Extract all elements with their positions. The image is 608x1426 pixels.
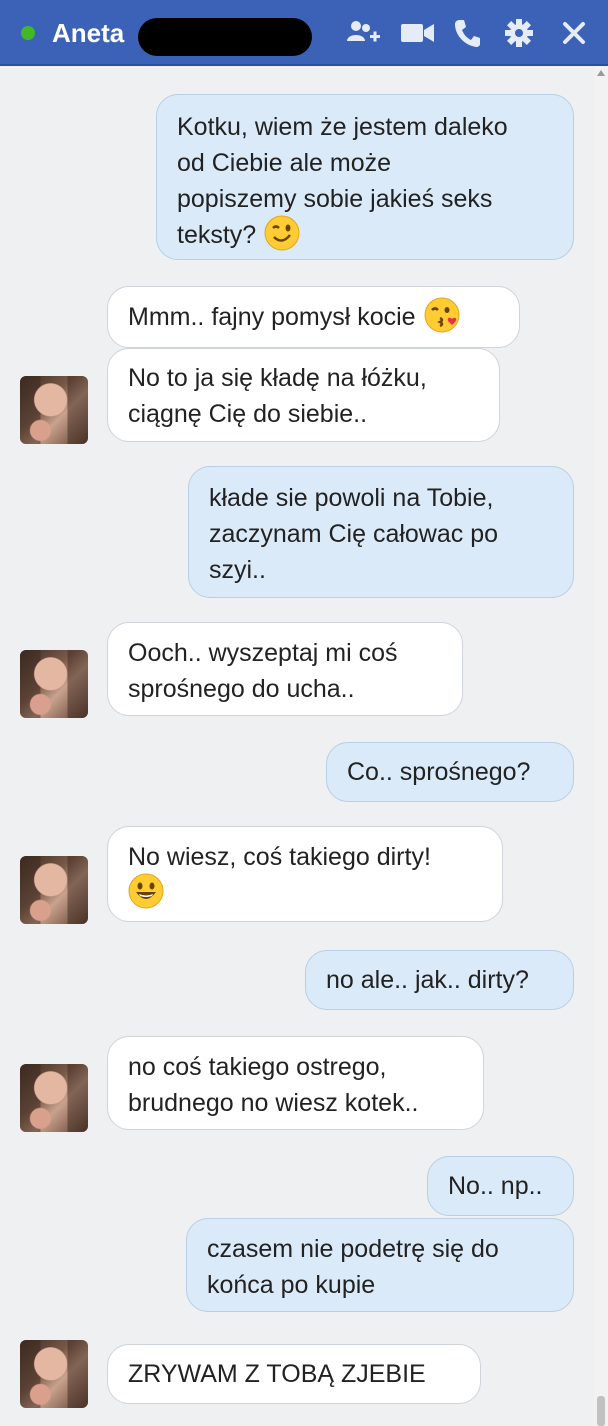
grin-emoji-icon xyxy=(128,873,164,909)
message-text: teksty? xyxy=(177,221,257,249)
message-bubble-incoming[interactable]: no coś takiego ostrego, brudnego no wies… xyxy=(107,1036,484,1130)
message-text: końca po kupie xyxy=(207,1271,376,1299)
message-text: czasem nie podetrę się do xyxy=(207,1235,499,1263)
message-text: zaczynam Cię całowac po xyxy=(209,520,499,548)
message-text: ZRYWAM Z TOBĄ ZJEBIE xyxy=(128,1360,426,1388)
wink-emoji-icon xyxy=(264,215,300,251)
close-icon[interactable] xyxy=(560,17,588,49)
message-bubble-outgoing[interactable]: kłade sie powoli na Tobie, zaczynam Cię … xyxy=(188,466,574,598)
message-bubble-incoming[interactable]: ZRYWAM Z TOBĄ ZJEBIE xyxy=(107,1344,481,1404)
contact-avatar[interactable] xyxy=(20,1340,88,1408)
contact-name[interactable]: Aneta xyxy=(52,17,124,49)
online-status-dot xyxy=(21,26,35,40)
message-text: No.. np.. xyxy=(448,1172,543,1200)
message-bubble-incoming[interactable]: Mmm.. fajny pomysł kocie xyxy=(107,286,520,348)
scrollbar[interactable] xyxy=(594,66,608,1426)
phone-call-icon[interactable] xyxy=(452,17,482,49)
contact-avatar[interactable] xyxy=(20,650,88,718)
message-text: no ale.. jak.. dirty? xyxy=(326,966,529,994)
contact-avatar[interactable] xyxy=(20,1064,88,1132)
message-bubble-incoming[interactable]: No wiesz, coś takiego dirty! xyxy=(107,826,503,922)
settings-gear-icon[interactable] xyxy=(503,17,535,49)
chat-header: Aneta xyxy=(0,0,608,66)
message-bubble-outgoing[interactable]: Kotku, wiem że jestem daleko od Ciebie a… xyxy=(156,94,574,260)
add-friend-icon[interactable] xyxy=(345,17,381,49)
message-bubble-incoming[interactable]: No to ja się kładę na łóżku, ciągnę Cię … xyxy=(107,348,500,442)
scroll-up-arrow-icon[interactable] xyxy=(597,70,605,76)
message-text: Co.. sprośnego? xyxy=(347,758,531,786)
message-text: No to ja się kładę na łóżku, xyxy=(128,364,427,392)
message-text: Ooch.. wyszeptaj mi coś xyxy=(128,639,398,667)
kiss-emoji-icon xyxy=(424,297,460,333)
scroll-thumb[interactable] xyxy=(597,1396,605,1426)
message-bubble-outgoing[interactable]: no ale.. jak.. dirty? xyxy=(305,950,574,1010)
message-bubble-incoming[interactable]: Ooch.. wyszeptaj mi coś sprośnego do uch… xyxy=(107,622,463,716)
message-text: popiszemy sobie jakieś seks xyxy=(177,185,493,213)
message-bubble-outgoing[interactable]: Co.. sprośnego? xyxy=(326,742,574,802)
message-bubble-outgoing[interactable]: czasem nie podetrę się do końca po kupie xyxy=(186,1218,574,1312)
message-text: szyi.. xyxy=(209,556,266,584)
video-call-icon[interactable] xyxy=(400,17,436,49)
message-text: no coś takiego ostrego, xyxy=(128,1053,387,1081)
message-text: Mmm.. fajny pomysł kocie xyxy=(128,303,416,331)
contact-avatar[interactable] xyxy=(20,376,88,444)
redacted-surname xyxy=(138,18,312,56)
message-text: sprośnego do ucha.. xyxy=(128,675,355,703)
message-text: kłade sie powoli na Tobie, xyxy=(209,484,494,512)
message-text: ciągnę Cię do siebie.. xyxy=(128,400,368,428)
message-text: Kotku, wiem że jestem daleko xyxy=(177,113,508,141)
message-bubble-outgoing[interactable]: No.. np.. xyxy=(427,1156,574,1216)
message-text: brudnego no wiesz kotek.. xyxy=(128,1089,419,1117)
message-text: No wiesz, coś takiego dirty! xyxy=(128,843,431,871)
contact-avatar[interactable] xyxy=(20,856,88,924)
message-text: od Ciebie ale może xyxy=(177,149,392,177)
